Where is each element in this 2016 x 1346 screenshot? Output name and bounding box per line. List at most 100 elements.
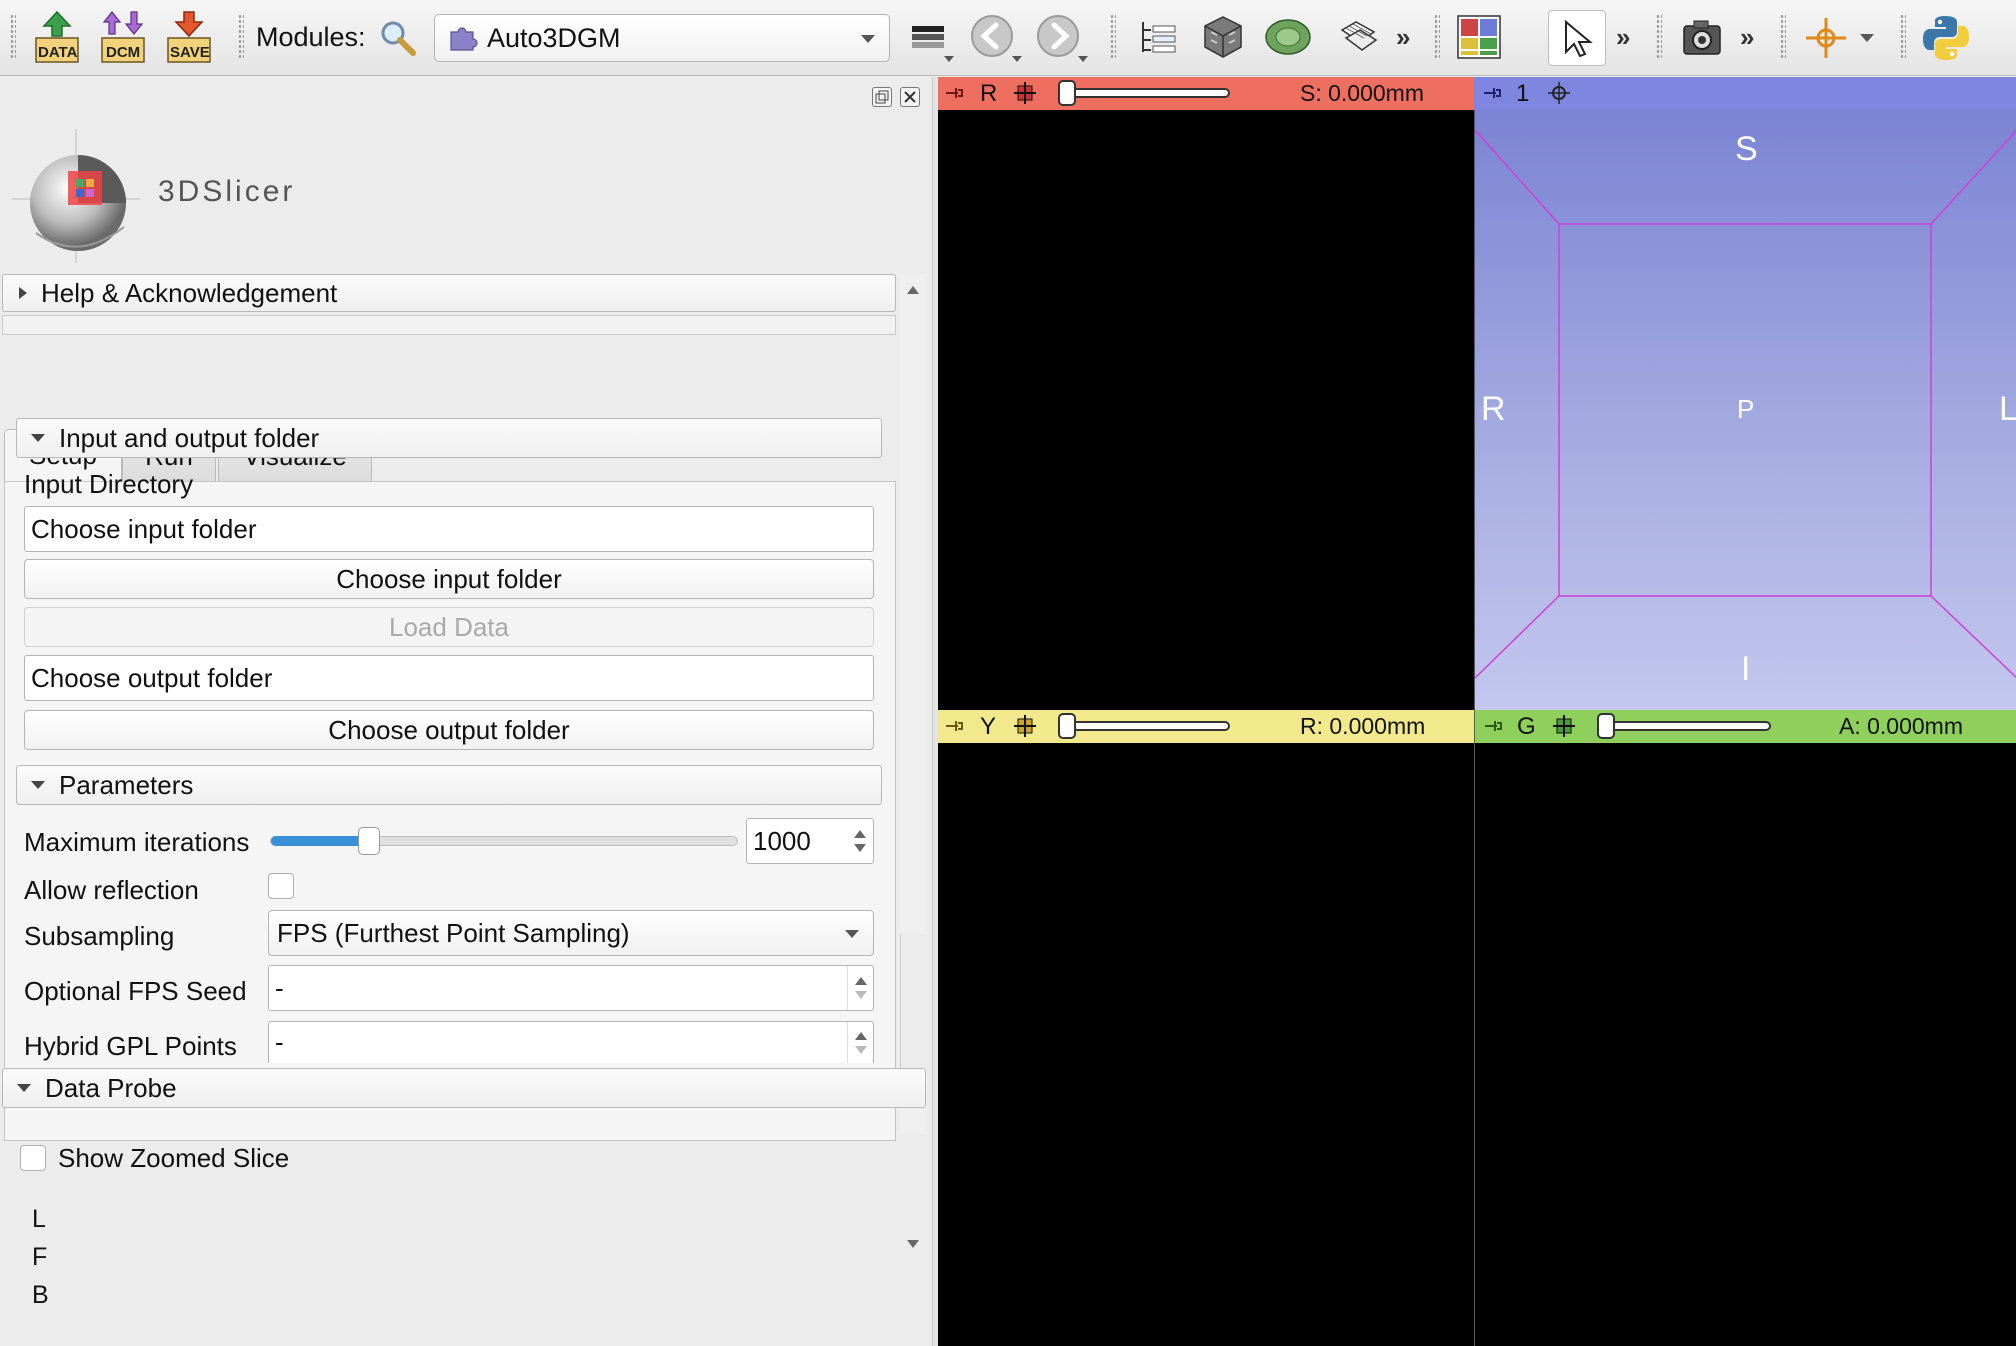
panel-scrollbar[interactable]	[900, 274, 926, 1248]
max-iterations-spinbox[interactable]: 1000	[746, 818, 874, 864]
hybrid-gpl-spinbox[interactable]: -	[268, 1021, 874, 1063]
screenshot-button[interactable]	[1680, 16, 1724, 60]
toolbar-grip[interactable]	[1780, 14, 1786, 60]
more-tools-button[interactable]: »	[1396, 22, 1410, 53]
module-selector[interactable]: Auto3DGM	[434, 14, 890, 62]
link-slice-icon[interactable]	[1551, 714, 1577, 738]
modules-label: Modules:	[256, 22, 366, 52]
camera-icon	[1683, 20, 1721, 55]
pin-icon[interactable]	[942, 83, 966, 103]
slider-fill	[271, 836, 369, 846]
probe-row-l: L	[32, 1205, 46, 1233]
load-data-button[interactable]: DATA	[32, 10, 82, 64]
mouse-mode-select-button[interactable]	[1548, 10, 1606, 66]
slider-handle[interactable]	[1058, 80, 1076, 106]
output-folder-field[interactable]: Choose output folder	[24, 655, 874, 701]
slider-handle[interactable]	[1058, 713, 1076, 739]
show-zoomed-slice-label: Show Zoomed Slice	[58, 1143, 290, 1173]
pin-icon[interactable]	[1480, 83, 1504, 103]
choose-output-folder-button[interactable]: Choose output folder	[24, 710, 874, 750]
toolbar-grip[interactable]	[1656, 14, 1662, 60]
spin-arrows-icon[interactable]	[847, 1022, 873, 1063]
cursor-arrow-icon	[1565, 19, 1593, 58]
dicom-button[interactable]: DCM	[98, 10, 148, 64]
yellow-slice-view[interactable]	[938, 743, 1474, 1346]
orientation-label-bottom: I	[1741, 650, 1751, 688]
max-iterations-label: Maximum iterations	[24, 827, 250, 857]
help-acknowledgement-toggle[interactable]: Help & Acknowledgement	[2, 274, 896, 312]
orientation-label-right: L	[1999, 390, 2016, 428]
load-data-button[interactable]: Load Data	[24, 607, 874, 647]
collapse-arrow-icon	[17, 1084, 31, 1092]
center-view-icon[interactable]	[1546, 81, 1572, 105]
max-iterations-slider[interactable]	[270, 827, 738, 855]
grid-transform-icon	[1340, 21, 1378, 51]
yellow-slice-controller: Y R: 0.000mm	[938, 710, 1474, 743]
fps-seed-spinbox[interactable]: -	[268, 965, 874, 1011]
red-slice-offset: S: 0.000mm	[1300, 80, 1424, 106]
scroll-down-arrow-icon[interactable]	[907, 1240, 919, 1248]
pin-icon[interactable]	[942, 716, 966, 736]
module-panel: 3DSlicer Help & Acknowledgement Setup Ru…	[0, 77, 932, 1346]
green-slice-controller: G A: 0.000mm	[1474, 710, 2016, 743]
volumes-button[interactable]	[1200, 14, 1246, 60]
layout-button[interactable]	[1456, 14, 1502, 60]
link-slice-icon[interactable]	[1012, 81, 1038, 105]
input-folder-field[interactable]: Choose input folder	[24, 506, 874, 552]
red-slice-controller: R S: 0.000mm	[938, 77, 1474, 110]
segment-editor-button[interactable]	[1336, 16, 1380, 60]
spin-arrows-icon[interactable]	[847, 819, 873, 863]
view-layout-button[interactable]	[908, 22, 948, 54]
undock-button[interactable]	[872, 87, 892, 107]
pin-icon[interactable]	[1481, 716, 1505, 736]
toolbar-grip[interactable]	[10, 14, 16, 60]
data-tree-button[interactable]	[1136, 18, 1180, 58]
yellow-slice-slider[interactable]	[1058, 713, 1230, 739]
crosshair-icon	[1806, 18, 1846, 58]
orientation-label-top: S	[1735, 130, 1758, 168]
green-slice-view[interactable]	[1474, 743, 2016, 1346]
red-slice-view[interactable]	[938, 110, 1474, 710]
forward-button[interactable]	[1036, 14, 1080, 58]
more-tools-button[interactable]: »	[1616, 22, 1630, 53]
slider-handle[interactable]	[1597, 713, 1615, 739]
python-console-button[interactable]	[1920, 12, 1972, 64]
show-zoomed-slice-checkbox[interactable]	[20, 1145, 46, 1171]
green-slice-slider[interactable]	[1597, 713, 1771, 739]
toolbar-grip[interactable]	[238, 14, 244, 60]
scroll-up-arrow-icon[interactable]	[907, 286, 919, 294]
spin-arrows-icon[interactable]	[847, 966, 873, 1010]
module-selected-text: Auto3DGM	[487, 22, 621, 53]
close-panel-button[interactable]	[900, 87, 920, 107]
save-button[interactable]: SAVE	[164, 10, 214, 64]
crosshair-button[interactable]	[1804, 16, 1848, 60]
threed-view[interactable]: S R P L I	[1474, 110, 2016, 710]
red-slice-slider[interactable]	[1058, 80, 1230, 106]
allow-reflection-checkbox[interactable]	[268, 873, 294, 899]
toolbar-grip[interactable]	[1900, 14, 1906, 60]
data-probe-label: Data Probe	[45, 1072, 177, 1103]
close-icon	[904, 91, 916, 103]
chevron-down-icon[interactable]	[1860, 34, 1874, 42]
save-button-label: SAVE	[170, 44, 210, 61]
module-search-button[interactable]	[378, 18, 418, 58]
slice-layout-icon	[912, 26, 944, 48]
link-slice-icon[interactable]	[1012, 714, 1038, 738]
chevron-down-icon	[1078, 56, 1088, 62]
toolbar-grip[interactable]	[1434, 14, 1440, 60]
toolbar-grip[interactable]	[1110, 14, 1116, 60]
parameters-label: Parameters	[59, 769, 194, 800]
parameters-section-toggle[interactable]: Parameters	[16, 765, 882, 805]
back-button[interactable]	[970, 14, 1014, 58]
io-section-toggle[interactable]: Input and output folder	[16, 418, 882, 458]
collapse-arrow-icon	[31, 781, 45, 789]
choose-input-folder-button[interactable]: Choose input folder	[24, 559, 874, 599]
slider-handle[interactable]	[358, 827, 380, 855]
data-probe-toggle[interactable]: Data Probe	[2, 1068, 926, 1108]
more-tools-button[interactable]: »	[1740, 22, 1754, 53]
subsampling-select[interactable]: FPS (Furthest Point Sampling)	[268, 910, 874, 956]
threed-view-controller: 1	[1474, 77, 2016, 110]
dcm-button-label: DCM	[106, 44, 141, 61]
tree-icon	[1142, 22, 1176, 53]
models-button[interactable]	[1264, 14, 1312, 60]
